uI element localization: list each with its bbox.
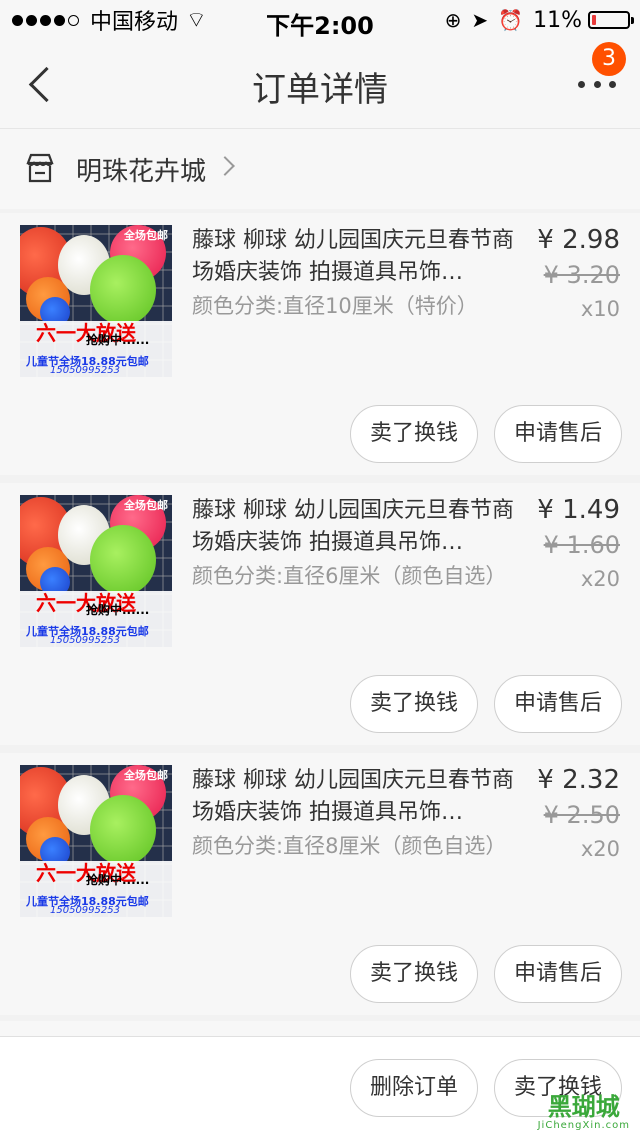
more-dot [593,80,601,88]
battery-icon [588,11,634,29]
original-price: ¥ 3.20 [543,261,620,289]
original-price: ¥ 1.60 [543,531,620,559]
thumbnail-phone: 15050995253 [50,635,120,646]
watermark-logo: 黑瑚城 JiChengXin.com [538,1094,630,1131]
product-price: ¥ 2.32 [537,765,620,795]
after-sale-button[interactable]: 申请售后 [494,675,622,733]
product-variant: 颜色分类:直径6厘米（颜色自选） [192,564,507,588]
order-item[interactable]: 全场包邮 六一大放送 抢购中...... 儿童节全场18.88元包邮 15050… [0,483,640,745]
rotation-lock-icon: ⊕ [444,8,462,32]
delete-order-button[interactable]: 删除订单 [350,1059,478,1117]
thumbnail-banner: 全场包邮 [124,769,168,782]
status-bar: 中国移动 ⌔ 下午2:00 ⊕ ➤ ⏰ 11% [0,0,640,40]
thumbnail-phone: 15050995253 [50,365,120,376]
watermark-main: 黑瑚城 [547,1093,620,1121]
order-item[interactable]: 全场包邮 六一大放送 抢购中...... 儿童节全场18.88元包邮 15050… [0,213,640,475]
product-title[interactable]: 藤球 柳球 幼儿园国庆元旦春节商场婚庆装饰 拍摄道具吊饰… [192,765,528,829]
product-title[interactable]: 藤球 柳球 幼儿园国庆元旦春节商场婚庆装饰 拍摄道具吊饰… [192,495,528,559]
notification-badge: 3 [592,42,626,76]
product-thumbnail[interactable]: 全场包邮 六一大放送 抢购中...... 儿童节全场18.88元包邮 15050… [20,495,172,647]
watermark-sub: JiChengXin.com [537,1120,630,1131]
product-price: ¥ 1.49 [537,495,620,525]
more-dot [609,80,616,88]
battery-level [592,15,596,25]
thumbnail-banner: 全场包邮 [124,229,168,242]
order-item[interactable]: 全场包邮 六一大放送 抢购中...... 儿童节全场18.88元包邮 15050… [0,753,640,1015]
store-icon [26,153,54,183]
product-title[interactable]: 藤球 柳球 幼儿园国庆元旦春节商场婚庆装饰 拍摄道具吊饰… [192,225,528,289]
shop-name: 明珠花卉城 [76,157,207,187]
after-sale-button[interactable]: 申请售后 [494,945,622,1003]
more-dot [578,80,585,88]
thumbnail-phone: 15050995253 [50,905,120,916]
product-quantity: x20 [580,567,620,591]
thumbnail-sub: 抢购中...... [86,603,150,617]
product-quantity: x20 [580,837,620,861]
product-price: ¥ 2.98 [537,225,620,255]
thumbnail-sub: 抢购中...... [86,333,150,347]
battery-percent: 11% [533,7,582,33]
product-variant: 颜色分类:直径10厘米（特价） [192,294,478,318]
product-thumbnail[interactable]: 全场包邮 六一大放送 抢购中...... 儿童节全场18.88元包邮 15050… [20,225,172,377]
product-quantity: x10 [580,297,620,321]
after-sale-button[interactable]: 申请售后 [494,405,622,463]
product-thumbnail[interactable]: 全场包邮 六一大放送 抢购中...... 儿童节全场18.88元包邮 15050… [20,765,172,917]
status-right: ⊕ ➤ ⏰ 11% [444,6,634,34]
thumbnail-sub: 抢购中...... [86,873,150,887]
location-icon: ➤ [471,8,489,32]
page-title: 订单详情 [252,70,388,110]
bottom-action-bar: 删除订单 卖了换钱 黑瑚城 JiChengXin.com [0,1036,640,1137]
thumbnail-banner: 全场包邮 [124,499,168,512]
original-price: ¥ 2.50 [543,801,620,829]
alarm-icon: ⏰ [498,8,524,32]
nav-bar: 订单详情 3 [0,40,640,129]
sell-button[interactable]: 卖了换钱 [350,405,478,463]
sell-button[interactable]: 卖了换钱 [350,675,478,733]
shop-row[interactable]: 明珠花卉城 [0,129,640,209]
sell-button[interactable]: 卖了换钱 [350,945,478,1003]
product-variant: 颜色分类:直径8厘米（颜色自选） [192,834,507,858]
chevron-right-icon [215,156,235,176]
